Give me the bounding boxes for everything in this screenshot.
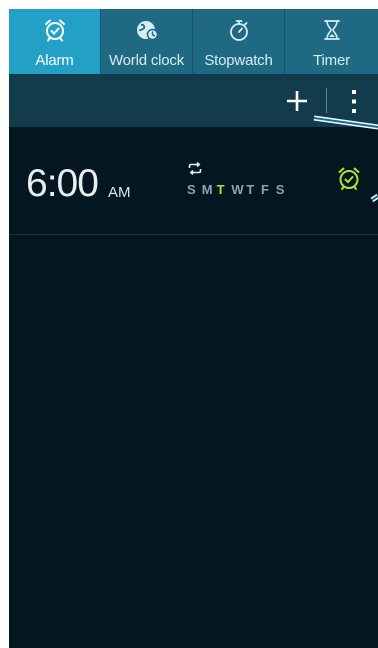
day-tuesday: T bbox=[216, 182, 225, 197]
alarm-clock-icon bbox=[44, 19, 65, 42]
tab-world-clock-label: World clock bbox=[108, 52, 185, 69]
repeat-days: S M T W T F S bbox=[187, 182, 291, 197]
tab-timer-label: Timer bbox=[313, 52, 350, 69]
clock-app-screen: Alarm World clock Stopwatch Timer 6:00 A… bbox=[9, 9, 378, 648]
day-sunday: S bbox=[187, 182, 196, 197]
alarm-ampm: AM bbox=[108, 184, 131, 201]
tab-timer[interactable]: Timer bbox=[285, 9, 378, 74]
globe-icon bbox=[136, 21, 158, 41]
day-wednesday: W bbox=[231, 182, 244, 197]
tab-stopwatch-label: Stopwatch bbox=[204, 52, 273, 69]
day-thursday: T bbox=[246, 182, 255, 197]
alarm-list-item[interactable]: 6:00 AM S M T W T F S bbox=[9, 127, 378, 235]
tab-stopwatch[interactable]: Stopwatch bbox=[193, 9, 285, 74]
more-options-icon[interactable] bbox=[350, 89, 358, 114]
day-friday: F bbox=[260, 182, 269, 197]
day-saturday: S bbox=[275, 182, 285, 197]
alarm-row-divider bbox=[9, 234, 378, 235]
tab-bar: Alarm World clock Stopwatch Timer bbox=[9, 9, 378, 74]
day-monday: M bbox=[201, 182, 213, 197]
stopwatch-icon bbox=[229, 20, 248, 41]
tab-world-clock[interactable]: World clock bbox=[101, 9, 193, 74]
action-bar-divider bbox=[326, 88, 327, 113]
plus-icon[interactable] bbox=[284, 88, 310, 114]
action-bar bbox=[9, 74, 378, 127]
tab-alarm[interactable]: Alarm bbox=[9, 9, 101, 74]
hourglass-icon bbox=[323, 20, 340, 40]
alarm-time: 6:00 bbox=[26, 162, 99, 205]
tab-alarm-label: Alarm bbox=[35, 52, 74, 69]
repeat-icon bbox=[188, 162, 202, 175]
alarm-on-icon[interactable] bbox=[336, 165, 362, 191]
